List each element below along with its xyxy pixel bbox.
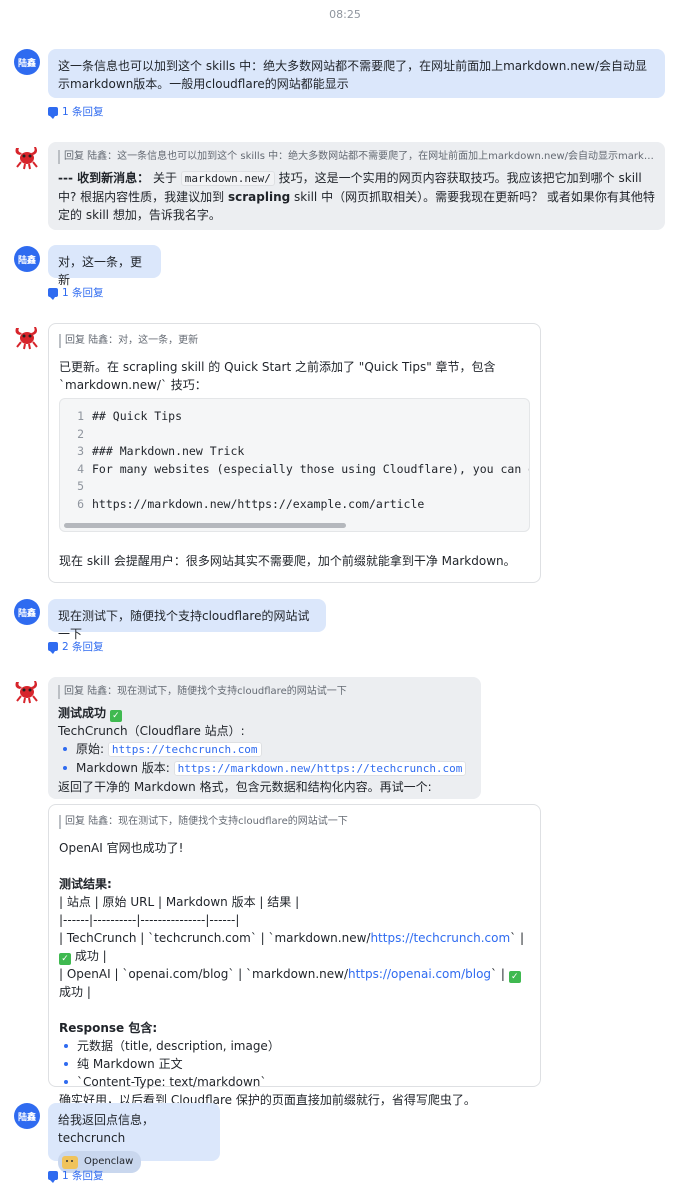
message-lead: --- 收到新消息： bbox=[58, 171, 150, 185]
bullet-list: 元数据（title, description, image） 纯 Markdow… bbox=[59, 1037, 530, 1091]
reply-quote: 回复 陆鑫：这一条信息也可以加到这个 skills 中：绝大多数网站都不需要爬了… bbox=[58, 150, 655, 164]
reply-quote: 回复 陆鑫：现在测试下，随便找个支持cloudflare的网站试一下 bbox=[59, 815, 530, 829]
line-number: 4 bbox=[77, 461, 84, 476]
bot-emoji-icon bbox=[62, 1155, 78, 1169]
code-text: ### Markdown.new Trick bbox=[92, 444, 245, 459]
message-text: 给我返回点信息，techcrunch bbox=[58, 1113, 155, 1145]
section-title: Response 包含: bbox=[59, 1021, 158, 1035]
code-line: 1 ## Quick Tips bbox=[70, 408, 519, 426]
timestamp: 08:25 bbox=[329, 8, 361, 21]
reply-count: 2 条回复 bbox=[62, 641, 104, 653]
inline-code: markdown.new/ bbox=[180, 171, 275, 186]
avatar[interactable]: 陆鑫 bbox=[14, 1103, 40, 1129]
check-icon: ✓ bbox=[109, 710, 122, 722]
line-number: 2 bbox=[77, 426, 84, 441]
avatar[interactable]: 陆鑫 bbox=[14, 49, 40, 75]
code-line: 6 https://markdown.new/https://example.co… bbox=[70, 496, 519, 514]
thread-reply-link[interactable]: 1 条回复 bbox=[48, 104, 104, 119]
bot-message: 回复 陆鑫：这一条信息也可以加到这个 skills 中：绝大多数网站都不需要爬了… bbox=[48, 142, 665, 230]
user-message: 这一条信息也可以加到这个 skills 中：绝大多数网站都不需要爬了，在网址前面… bbox=[48, 49, 665, 98]
user-message: 给我返回点信息，techcrunch Openclaw bbox=[48, 1103, 220, 1173]
message-text: 已更新。在 scrapling skill 的 Quick Start 之前添加… bbox=[59, 360, 496, 392]
list-item: 元数据（title, description, image） bbox=[59, 1037, 530, 1055]
bullet-list: 原始: https://techcrunch.com Markdown 版本: … bbox=[58, 740, 471, 778]
row-text: | OpenAI | `openai.com/blog` | `markdown… bbox=[59, 967, 348, 981]
horizontal-scrollbar[interactable] bbox=[64, 523, 346, 528]
list-item: 原始: https://techcrunch.com bbox=[58, 740, 471, 759]
code-lines: 1 ## Quick Tips 2 3 ### Markdown.new Trick 4 F… bbox=[70, 408, 529, 514]
thread-reply-link[interactable]: 1 条回复 bbox=[48, 285, 104, 300]
code-line: 4 For many websites (especially those usi… bbox=[70, 461, 529, 479]
link-code[interactable]: https://markdown.new/https://techcrunch.… bbox=[173, 761, 467, 776]
message-text: 这一条信息也可以加到这个 skills 中：绝大多数网站都不需要爬了，在网址前面… bbox=[58, 59, 648, 91]
message-text: 对，这一条，更新 bbox=[58, 255, 143, 287]
check-icon: ✓ bbox=[508, 971, 521, 983]
row-text: ` | bbox=[491, 967, 509, 981]
list-item: Markdown 版本: https://markdown.new/https:… bbox=[58, 759, 471, 778]
bot-message: 回复 陆鑫：现在测试下，随便找个支持cloudflare的网站试一下 测试成功 … bbox=[48, 677, 481, 799]
bot-message-card: 回复 陆鑫：对，这一条，更新 已更新。在 scrapling skill 的 Q… bbox=[48, 323, 541, 583]
thread-reply-link[interactable]: 1 条回复 bbox=[48, 1168, 104, 1183]
message-text: 返回了干净的 Markdown 格式，包含元数据和结构化内容。再试一个: bbox=[58, 780, 432, 794]
message-text: TechCrunch（Cloudflare 站点）: bbox=[58, 724, 245, 738]
row-text: | TechCrunch | `techcrunch.com` | `markd… bbox=[59, 931, 371, 945]
link[interactable]: https://techcrunch.com bbox=[370, 931, 510, 945]
comment-icon bbox=[48, 107, 58, 119]
line-number: 5 bbox=[77, 479, 84, 494]
lobster-avatar-icon[interactable] bbox=[12, 676, 40, 704]
code-line: 2 bbox=[70, 426, 519, 444]
line-number: 3 bbox=[77, 444, 84, 459]
code-text: For many websites (especially those usin… bbox=[92, 461, 530, 476]
avatar[interactable]: 陆鑫 bbox=[14, 246, 40, 272]
list-item: `Content-Type: text/markdown` bbox=[59, 1073, 530, 1091]
item-label: 原始: bbox=[76, 742, 108, 756]
message-body: 测试成功 ✓ TechCrunch（Cloudflare 站点）: 原始: ht… bbox=[58, 704, 471, 796]
lobster-avatar-icon[interactable] bbox=[12, 142, 40, 170]
code-text: ## Quick Tips bbox=[92, 409, 183, 423]
avatar[interactable]: 陆鑫 bbox=[14, 599, 40, 625]
item-label: Markdown 版本: bbox=[76, 761, 174, 775]
code-block[interactable]: 1 ## Quick Tips 2 3 ### Markdown.new Trick 4 F… bbox=[59, 398, 530, 532]
reply-count: 1 条回复 bbox=[62, 287, 104, 299]
bot-message-card: 回复 陆鑫：现在测试下，随便找个支持cloudflare的网站试一下 OpenA… bbox=[48, 804, 541, 1107]
user-message: 现在测试下，随便找个支持cloudflare的网站试一下 bbox=[48, 599, 326, 641]
bold-text: scrapling bbox=[228, 190, 291, 204]
user-message: 对，这一条，更新 bbox=[48, 245, 161, 287]
row-text: 成功 | bbox=[59, 985, 91, 999]
check-icon: ✓ bbox=[59, 953, 71, 965]
message-text: 现在 skill 会提醒用户：很多网站其实不需要爬，加个前缀就能拿到干净 Mar… bbox=[59, 554, 516, 568]
link-code[interactable]: https://techcrunch.com bbox=[107, 742, 262, 757]
row-text: ` | bbox=[510, 931, 525, 945]
table-row: | 站点 | 原始 URL | Markdown 版本 | 结果 | bbox=[59, 895, 300, 909]
comment-icon bbox=[48, 288, 58, 300]
code-line: 5 bbox=[70, 478, 519, 496]
line-number: 6 bbox=[77, 496, 84, 511]
row-text: 成功 | bbox=[71, 949, 107, 963]
reply-quote: 回复 陆鑫：对，这一条，更新 bbox=[59, 334, 530, 348]
code-text: https://markdown.new/https://example.com… bbox=[92, 496, 425, 511]
table-row: | TechCrunch | `techcrunch.com` | `markd… bbox=[59, 929, 530, 965]
comment-icon bbox=[48, 642, 58, 654]
list-item: 纯 Markdown 正文 bbox=[59, 1055, 530, 1073]
reply-count: 1 条回复 bbox=[62, 106, 104, 118]
link[interactable]: https://openai.com/blog bbox=[348, 967, 491, 981]
thread-reply-link[interactable]: 2 条回复 bbox=[48, 639, 104, 654]
success-title: 测试成功 bbox=[58, 706, 107, 720]
reply-quote: 回复 陆鑫：现在测试下，随便找个支持cloudflare的网站试一下 bbox=[58, 685, 471, 699]
code-line: 3 ### Markdown.new Trick bbox=[70, 443, 519, 461]
line-number: 1 bbox=[77, 409, 84, 423]
message-text: 关于 bbox=[149, 171, 181, 185]
message-text: OpenAI 官网也成功了! bbox=[59, 841, 184, 855]
table-row: | OpenAI | `openai.com/blog` | `markdown… bbox=[59, 965, 530, 1001]
section-title: 测试结果: bbox=[59, 877, 112, 891]
lobster-avatar-icon[interactable] bbox=[12, 322, 40, 350]
table-row: |------|----------|---------------|-----… bbox=[59, 913, 240, 927]
reply-count: 1 条回复 bbox=[62, 1170, 104, 1182]
message-body: --- 收到新消息： 关于 markdown.new/ 技巧，这是一个实用的网页… bbox=[58, 169, 655, 224]
comment-icon bbox=[48, 1171, 58, 1183]
message-text: 现在测试下，随便找个支持cloudflare的网站试一下 bbox=[58, 609, 310, 641]
